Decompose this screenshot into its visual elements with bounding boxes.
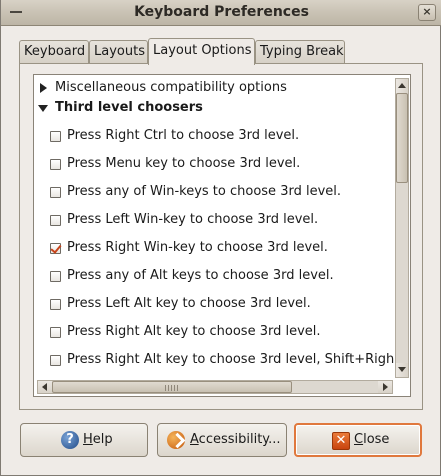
close-button-label: Close [354, 432, 390, 447]
help-button-label: Help [83, 432, 113, 447]
window-close-button[interactable]: × [418, 4, 436, 21]
close-icon: ✕ [332, 432, 350, 450]
tab-keyboard[interactable]: Keyboard [19, 40, 89, 64]
scroll-down-button[interactable] [396, 363, 408, 377]
vertical-scrollbar[interactable] [395, 78, 409, 378]
close-button[interactable]: ✕ Close [294, 423, 422, 457]
arrow-right-icon [383, 383, 388, 391]
option-checkbox[interactable] [50, 159, 61, 170]
group-label: Third level choosers [55, 100, 203, 115]
option-checkbox[interactable] [50, 187, 61, 198]
accessibility-button[interactable]: Accessibility... [157, 423, 287, 457]
option-label: Press Right Ctrl to choose 3rd level. [67, 128, 300, 143]
option-label: Press Right Win-key to choose 3rd level. [67, 240, 328, 255]
accessibility-button-label: Accessibility... [190, 432, 281, 447]
option-label: Press Left Win-key to choose 3rd level. [67, 212, 319, 227]
option-label: Press Right Alt key to choose 3rd level,… [67, 352, 394, 367]
grip-icon [165, 385, 179, 391]
tab-layouts[interactable]: Layouts [89, 40, 148, 64]
accessibility-icon [167, 431, 185, 449]
option-checkbox-checked[interactable] [50, 243, 61, 254]
arrow-down-icon [398, 367, 406, 372]
option-row[interactable]: Press Right Alt key to choose 3rd level. [34, 319, 394, 345]
option-row[interactable]: Press Right Ctrl to choose 3rd level. [34, 123, 394, 149]
option-row[interactable]: Press Right Win-key to choose 3rd level. [34, 235, 394, 261]
horizontal-scrollbar[interactable] [37, 380, 393, 394]
option-checkbox[interactable] [50, 215, 61, 226]
window-title: Keyboard Preferences [134, 4, 309, 20]
help-icon: ? [61, 431, 79, 449]
arrow-up-icon [398, 83, 406, 88]
option-label: Press Left Alt key to choose 3rd level. [67, 296, 311, 311]
option-checkbox[interactable] [50, 299, 61, 310]
vertical-scroll-thumb[interactable] [396, 93, 408, 183]
option-label: Press any of Win-keys to choose 3rd leve… [67, 184, 342, 199]
option-row[interactable]: Press Left Alt key to choose 3rd level. [34, 291, 394, 317]
option-label: Press Menu key to choose 3rd level. [67, 156, 301, 171]
option-checkbox[interactable] [50, 271, 61, 282]
option-checkbox[interactable] [50, 131, 61, 142]
option-row[interactable]: Press Menu key to choose 3rd level. [34, 151, 394, 177]
help-button[interactable]: ? Help [20, 423, 148, 457]
option-row[interactable]: Press any of Win-keys to choose 3rd leve… [34, 179, 394, 205]
scroll-up-button[interactable] [396, 79, 408, 93]
option-label: Press Right Alt key to choose 3rd level. [67, 324, 321, 339]
option-label: Press any of Alt keys to choose 3rd leve… [67, 268, 334, 283]
options-tree: Miscellaneous compatibility options Thir… [33, 74, 411, 397]
tab-layout-options[interactable]: Layout Options [148, 38, 255, 65]
expander-expanded-icon[interactable] [38, 105, 48, 112]
keyboard-preferences-window: Keyboard Preferences × Keyboard Layouts … [0, 0, 441, 476]
option-row[interactable]: Press Left Win-key to choose 3rd level. [34, 207, 394, 233]
scroll-right-button[interactable] [378, 381, 392, 393]
horizontal-scroll-thumb[interactable] [52, 381, 292, 393]
option-checkbox[interactable] [50, 327, 61, 338]
title-bar[interactable]: Keyboard Preferences × [1, 0, 441, 26]
arrow-left-icon [42, 383, 47, 391]
expander-collapsed-icon[interactable] [40, 83, 47, 93]
option-row[interactable]: Press any of Alt keys to choose 3rd leve… [34, 263, 394, 289]
option-checkbox[interactable] [50, 355, 61, 366]
option-row[interactable]: Press Right Alt key to choose 3rd level,… [34, 347, 394, 373]
group-row-third-level[interactable]: Third level choosers [34, 95, 394, 121]
scroll-left-button[interactable] [38, 381, 52, 393]
tab-typing-break[interactable]: Typing Break [255, 40, 345, 64]
